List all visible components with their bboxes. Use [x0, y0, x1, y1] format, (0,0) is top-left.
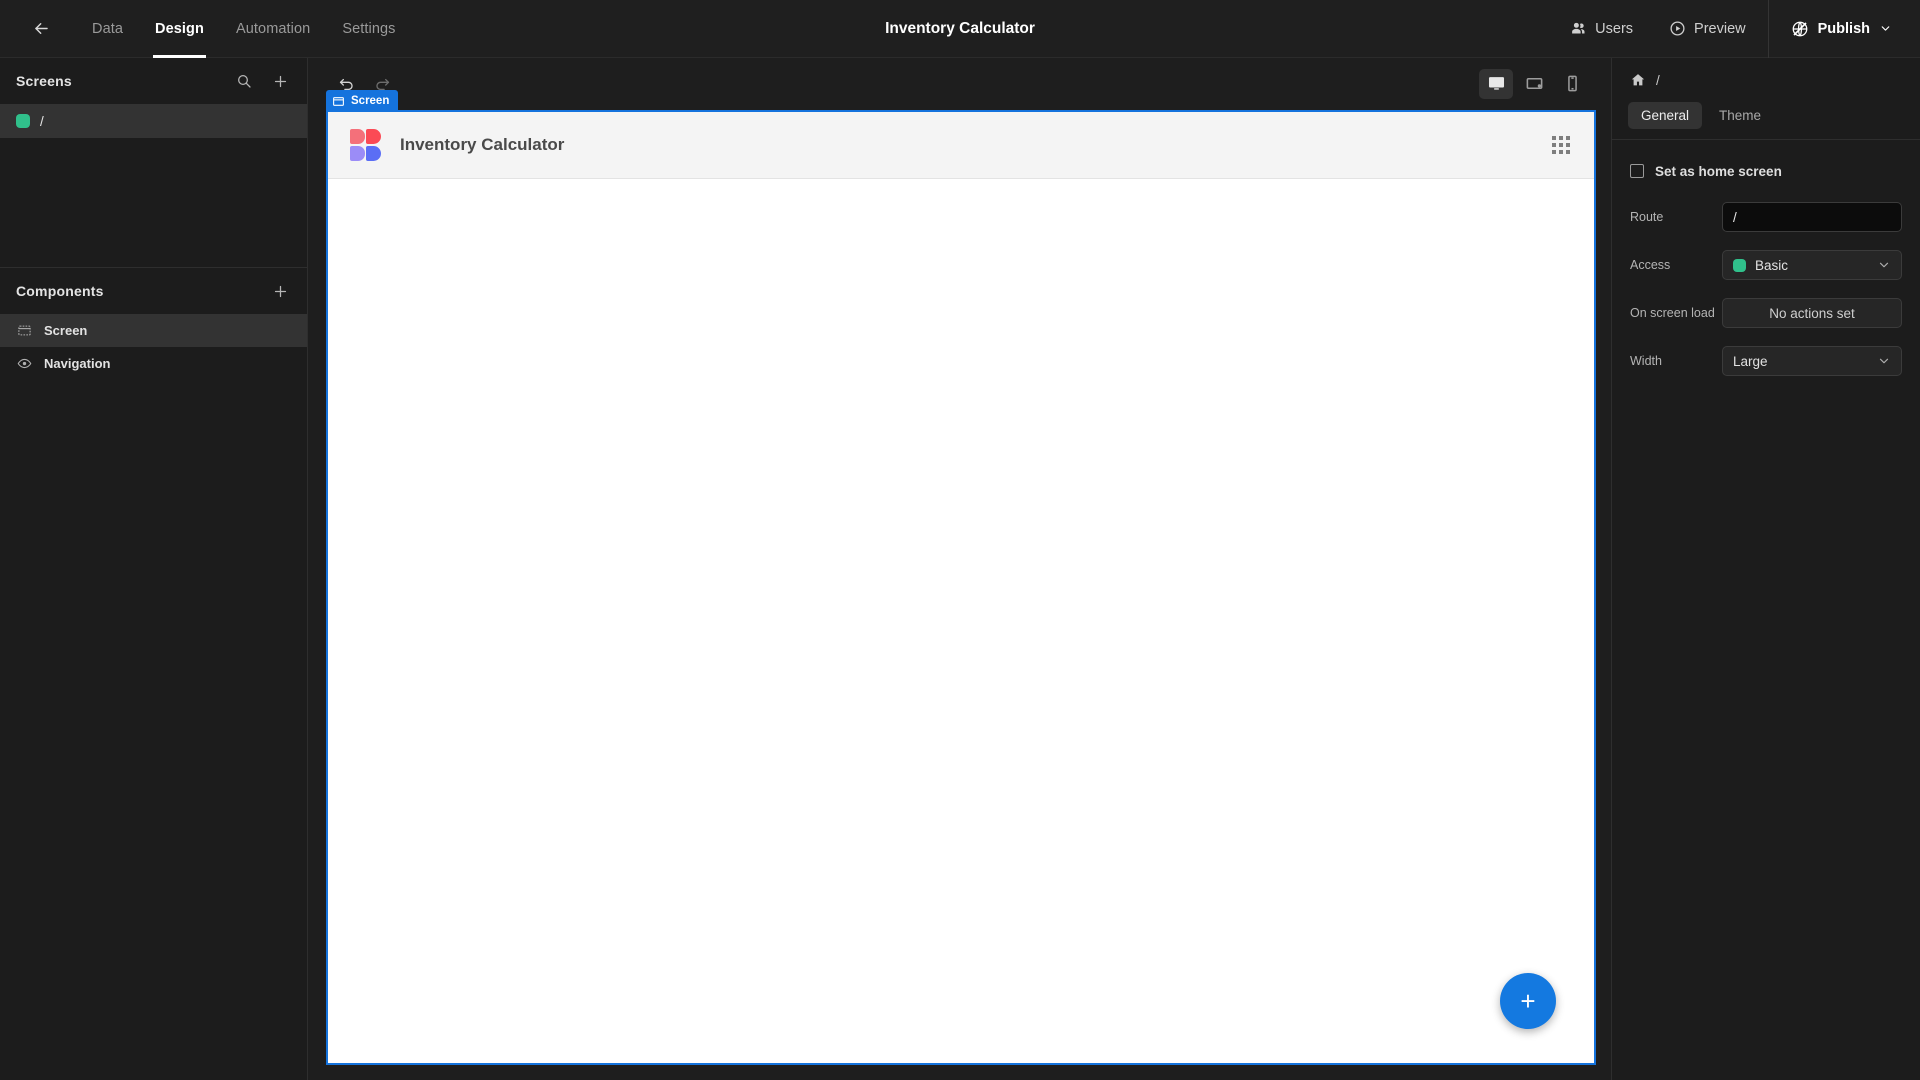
main-nav-tabs: Data Design Automation Settings [76, 0, 412, 58]
logo-shape-top-right [366, 129, 381, 144]
add-component-fab[interactable]: + [1500, 973, 1556, 1029]
home-icon[interactable] [1630, 72, 1646, 88]
search-icon[interactable] [231, 68, 257, 94]
logo-shape-bottom-right [366, 146, 381, 161]
field-access: Access Basic [1630, 250, 1902, 280]
design-canvas-area: Screen Inventory Calculator + [309, 58, 1611, 1080]
route-input[interactable]: / [1722, 202, 1902, 232]
set-home-screen-row[interactable]: Set as home screen [1630, 158, 1902, 184]
properties-tabs: General Theme [1612, 102, 1920, 139]
eye-icon [16, 356, 33, 371]
width-select[interactable]: Large [1722, 346, 1902, 376]
chevron-down-icon [1879, 22, 1892, 35]
access-indicator-icon [16, 114, 30, 128]
grid-dots-icon[interactable] [1552, 136, 1570, 154]
top-bar-actions: Users Preview Publish [1552, 0, 1920, 58]
plus-icon [272, 73, 289, 90]
desktop-icon [1487, 74, 1506, 93]
tab-general[interactable]: General [1628, 102, 1703, 129]
users-icon [1570, 20, 1587, 37]
screens-list: / [0, 104, 307, 267]
selection-badge: Screen [326, 90, 399, 112]
properties-body: Set as home screen Route / Access Basic … [1612, 140, 1920, 376]
field-width: Width Large [1630, 346, 1902, 376]
screen-icon [16, 323, 33, 338]
globe-off-icon [1791, 20, 1809, 38]
device-mobile-button[interactable] [1555, 69, 1589, 99]
tab-theme[interactable]: Theme [1706, 102, 1774, 129]
top-bar: Data Design Automation Settings Inventor… [0, 0, 1920, 58]
device-preview-switcher [1479, 68, 1589, 99]
device-desktop-button[interactable] [1479, 68, 1513, 99]
field-label-width: Width [1630, 354, 1662, 368]
access-value: Basic [1755, 257, 1789, 273]
component-label: Navigation [44, 356, 111, 371]
publish-label: Publish [1817, 20, 1870, 37]
back-button[interactable] [26, 14, 56, 44]
access-color-indicator-icon [1733, 258, 1746, 272]
app-name-label: Inventory Calculator [400, 135, 565, 154]
width-value: Large [1733, 353, 1768, 369]
on-screen-load-button[interactable]: No actions set [1722, 298, 1902, 328]
field-route: Route / [1630, 202, 1902, 232]
publish-button[interactable]: Publish [1773, 0, 1920, 58]
tab-data[interactable]: Data [76, 0, 139, 58]
toolbar-divider [1767, 0, 1769, 58]
screens-panel-header: Screens [0, 58, 307, 104]
plus-icon: + [1520, 986, 1536, 1016]
component-label: Screen [44, 323, 88, 338]
add-screen-button[interactable] [267, 68, 293, 94]
breadcrumb-path: / [1656, 72, 1660, 88]
device-tablet-button[interactable] [1517, 69, 1551, 99]
access-select[interactable]: Basic [1722, 250, 1902, 280]
app-preview-body[interactable]: + [328, 179, 1594, 1063]
sidebar-item-screen-root[interactable]: / [0, 104, 307, 138]
field-label-on-screen-load: On screen load [1630, 306, 1715, 320]
component-item-screen[interactable]: Screen [0, 314, 307, 347]
users-label: Users [1595, 20, 1634, 37]
components-title: Components [16, 283, 104, 299]
component-item-navigation[interactable]: Navigation [0, 347, 307, 380]
tab-settings[interactable]: Settings [326, 0, 411, 58]
left-sidebar: Screens / Components Screen Navigation [0, 58, 308, 1080]
screens-title: Screens [16, 73, 72, 89]
canvas-toolbar [309, 58, 1611, 109]
preview-label: Preview [1694, 20, 1746, 37]
arrow-left-icon [32, 19, 51, 38]
app-logo [350, 128, 384, 162]
screen-route-label: / [40, 113, 44, 129]
breadcrumb: / [1612, 58, 1920, 102]
add-component-button[interactable] [267, 278, 293, 304]
field-label-access: Access [1630, 258, 1671, 272]
selection-badge-label: Screen [351, 95, 390, 107]
tablet-icon [1525, 74, 1544, 93]
screen-icon [332, 95, 345, 108]
mobile-icon [1563, 74, 1582, 93]
set-home-screen-label: Set as home screen [1655, 163, 1782, 179]
play-circle-icon [1669, 20, 1686, 37]
tab-design[interactable]: Design [139, 0, 220, 58]
components-panel-header: Components [0, 268, 307, 314]
plus-icon [272, 283, 289, 300]
logo-shape-top-left [350, 129, 365, 144]
chevron-down-icon [1877, 258, 1891, 272]
app-preview-header: Inventory Calculator [328, 112, 1594, 179]
field-label-route: Route [1630, 210, 1664, 224]
set-home-screen-checkbox[interactable] [1630, 164, 1644, 178]
field-on-screen-load: On screen load No actions set [1630, 298, 1902, 328]
users-button[interactable]: Users [1552, 0, 1651, 58]
components-list: Screen Navigation [0, 314, 307, 380]
logo-shape-bottom-left [350, 146, 365, 161]
chevron-down-icon [1877, 354, 1891, 368]
screen-preview-frame[interactable]: Screen Inventory Calculator + [326, 90, 1596, 1065]
preview-button[interactable]: Preview [1651, 0, 1764, 58]
right-properties-panel: / General Theme Set as home screen Route… [1611, 58, 1920, 1080]
tab-automation[interactable]: Automation [220, 0, 326, 58]
